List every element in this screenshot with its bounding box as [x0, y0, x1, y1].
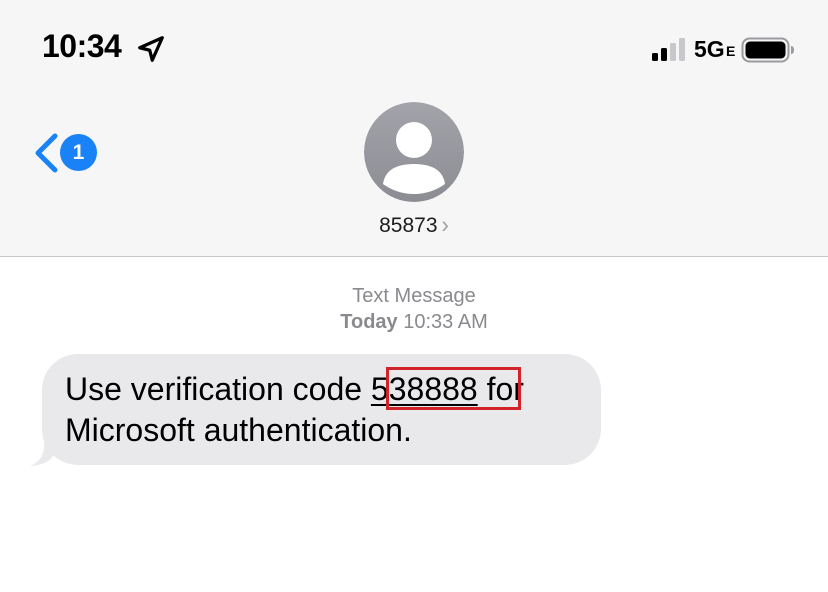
- network-suffix-label: E: [726, 43, 736, 59]
- location-arrow-icon: [138, 36, 164, 62]
- contact-chevron-icon: ›: [441, 210, 449, 239]
- contact-avatar[interactable]: [364, 102, 464, 202]
- contact-name-button[interactable]: 85873 ›: [0, 210, 828, 239]
- service-label: Text Message: [352, 285, 476, 307]
- avatar-person-icon: [364, 102, 464, 202]
- battery-icon: [741, 37, 794, 63]
- back-chevron-icon: [35, 133, 58, 173]
- back-button[interactable]: 1: [28, 128, 102, 178]
- verification-code-link[interactable]: 538888: [371, 371, 478, 407]
- conversation-header: 10:34 5G E 1 85873 ›: [0, 0, 828, 257]
- network-type-label: 5G: [694, 36, 725, 62]
- message-text-before: Use verification code: [65, 371, 371, 407]
- unread-count-badge: 1: [60, 134, 97, 171]
- timestamp-time: 10:33 AM: [403, 311, 488, 333]
- contact-name: 85873: [379, 214, 438, 237]
- message-text: Use verification code 538888 for Microso…: [65, 369, 595, 451]
- message-timestamp: Today 10:33 AM: [0, 311, 828, 334]
- status-time: 10:34: [42, 28, 122, 64]
- signal-bars-icon: [652, 38, 685, 61]
- messages-screen: 10:34 5G E 1 85873 › Text Message Today …: [0, 0, 828, 592]
- timestamp-day: Today: [340, 311, 398, 333]
